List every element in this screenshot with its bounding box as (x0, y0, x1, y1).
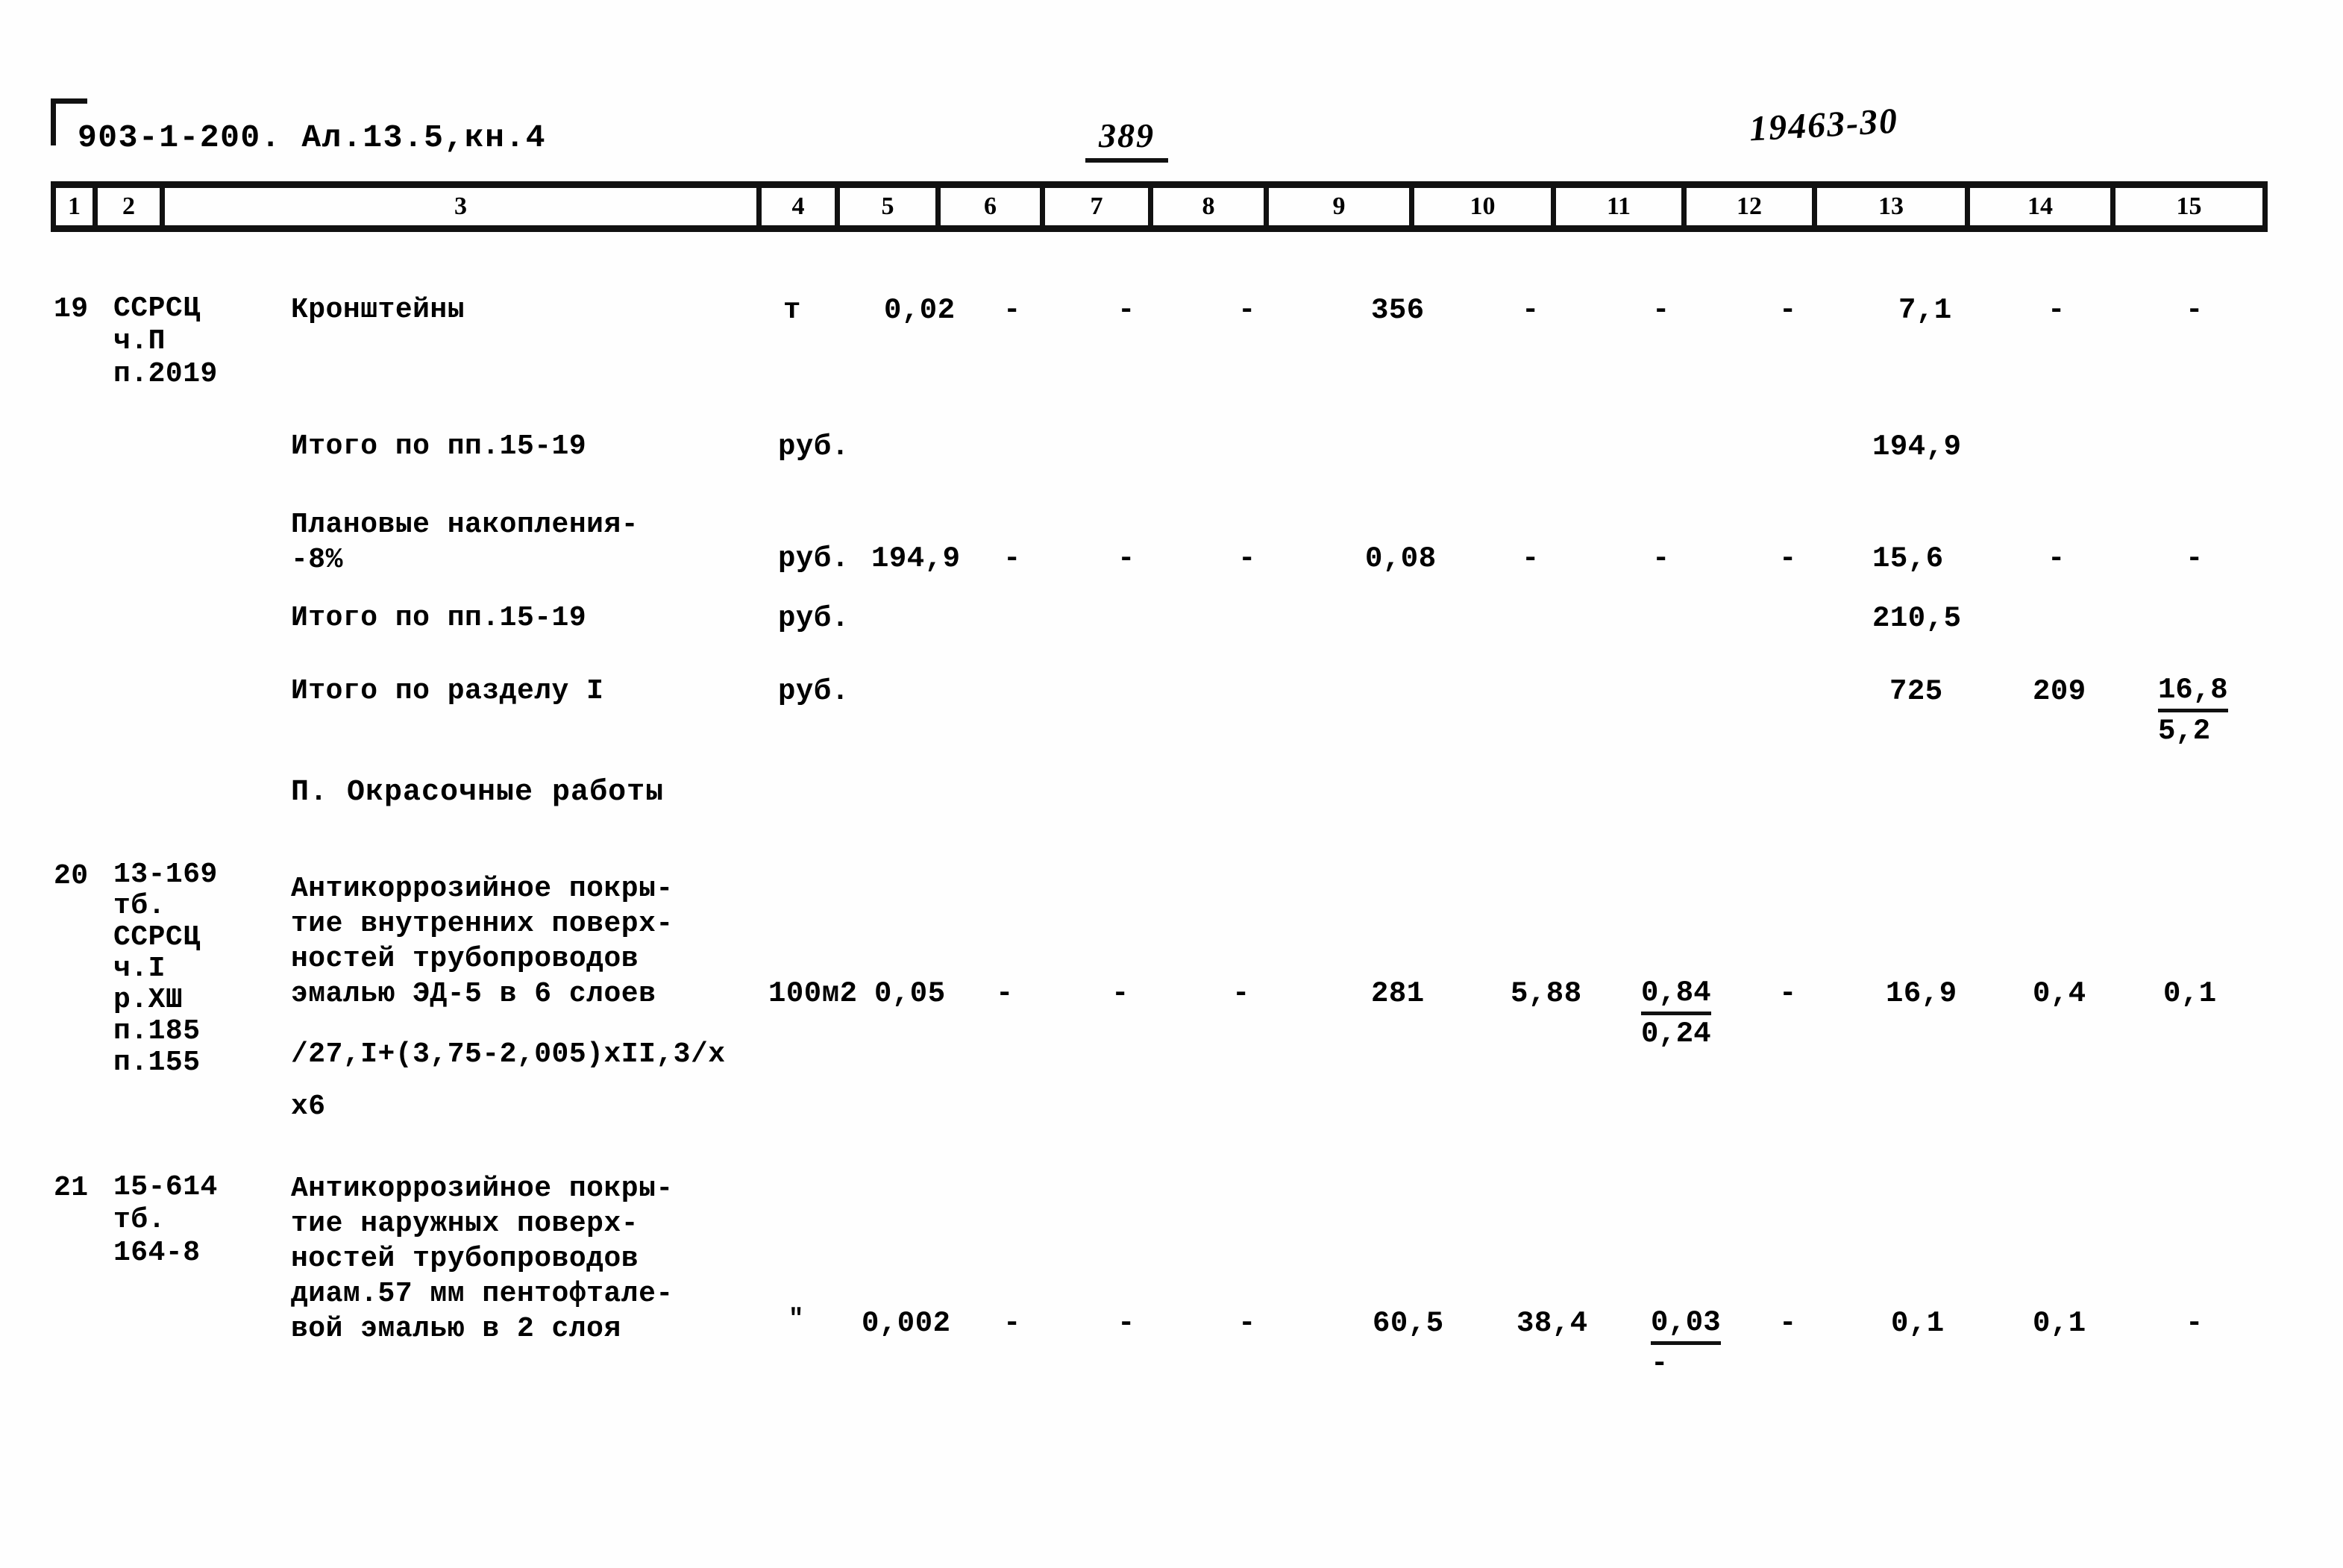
row-21-col11: 0,03 - (1651, 1304, 1721, 1382)
row-19-description: Кронштейны (291, 294, 465, 326)
row-21-col5: 0,002 (862, 1307, 951, 1340)
column-header-8: 8 (1153, 188, 1269, 225)
row-21-col11-top: 0,03 (1651, 1304, 1721, 1345)
row-20-description-formula: /27,I+(3,75-2,005)хII,3/х (291, 1038, 726, 1070)
row-19-col7: - (1117, 294, 1135, 327)
row-20-col7: - (1111, 977, 1129, 1010)
column-header-5: 5 (840, 188, 941, 225)
row-20-col10: 5,88 (1511, 977, 1582, 1010)
row-19-number: 19 (54, 293, 89, 325)
row-20-col5: 0,05 (874, 977, 946, 1010)
column-header-9: 9 (1269, 188, 1414, 225)
row-20-col11-bottom: 0,24 (1641, 1017, 1711, 1050)
column-header-4: 4 (762, 188, 840, 225)
row-20-unit: 100м2 (768, 977, 858, 1010)
row-planovye-col12: - (1779, 542, 1797, 575)
row-19-col15: - (2186, 294, 2204, 327)
row-19-col8: - (1238, 294, 1256, 327)
row-planovye-unit: руб. (778, 542, 850, 575)
row-itogo-razdel-col14: 209 (2033, 675, 2086, 708)
row-itogo-razdel-description: Итого по разделу I (291, 675, 604, 707)
column-header-7: 7 (1045, 188, 1153, 225)
row-itogo-razdel-col15-top: 16,8 (2158, 671, 2228, 712)
row-20-col13: 16,9 (1886, 977, 1957, 1010)
row-21-col14: 0,1 (2033, 1307, 2086, 1340)
row-itogo-razdel-col15-bottom: 5,2 (2158, 715, 2211, 747)
row-20-col12: - (1779, 977, 1797, 1010)
row-20-number: 20 (54, 860, 89, 892)
row-20-col9: 281 (1371, 977, 1425, 1010)
row-19-col12: - (1779, 294, 1797, 327)
column-header-14: 14 (1970, 188, 2115, 225)
row-20-col11: 0,84 0,24 (1641, 974, 1711, 1053)
row-20-reference: 13-169 тб. ССРСЦ ч.I р.ХШ п.185 п.155 (113, 859, 218, 1079)
row-20-col6: - (996, 977, 1014, 1010)
row-itogo-razdel-col15: 16,8 5,2 (2158, 671, 2228, 750)
row-itogo-razdel-col13: 725 (1889, 675, 1943, 708)
row-19-col6: - (1003, 294, 1021, 327)
column-header-15: 15 (2115, 188, 2268, 225)
row-21-reference: 15-614 тб. 164-8 (113, 1171, 218, 1269)
row-19-unit: т (783, 294, 801, 327)
row-planovye-col13: 15,6 (1872, 542, 1944, 575)
row-19-col5: 0,02 (884, 294, 956, 327)
stamp-number: 19463-30 (1748, 101, 1900, 149)
row-itogo-2-unit: руб. (778, 602, 850, 635)
row-21-col8: - (1238, 1307, 1256, 1340)
column-header-11: 11 (1556, 188, 1687, 225)
row-20-description-formula2: х6 (291, 1091, 326, 1123)
row-19-col14: - (2048, 294, 2066, 327)
row-21-col10: 38,4 (1516, 1307, 1588, 1340)
row-itogo-razdel-unit: руб. (778, 675, 850, 708)
row-itogo-2-col13: 210,5 (1872, 602, 1962, 635)
row-21-col6: - (1003, 1307, 1021, 1340)
column-header-1: 1 (51, 188, 98, 225)
page-number: 389 (1085, 116, 1168, 163)
row-20-col8: - (1232, 977, 1250, 1010)
row-20-description: Антикоррозийное покры- тие внутренних по… (291, 873, 674, 1010)
row-20-col15: 0,1 (2163, 977, 2217, 1010)
row-19-col11: - (1652, 294, 1670, 327)
row-planovye-col10: - (1522, 542, 1540, 575)
column-header-10: 10 (1414, 188, 1556, 225)
row-planovye-col7: - (1117, 542, 1135, 575)
row-21-col9: 60,5 (1373, 1307, 1444, 1340)
row-planovye-col8: - (1238, 542, 1256, 575)
row-21-number: 21 (54, 1172, 89, 1204)
row-21-col15: - (2186, 1307, 2204, 1340)
row-19-col10: - (1522, 294, 1540, 327)
row-21-col7: - (1117, 1307, 1135, 1340)
column-header-2: 2 (98, 188, 165, 225)
row-planovye-col14: - (2048, 542, 2066, 575)
row-planovye-description: Плановые накопления- -8% (291, 509, 639, 576)
row-itogo-1-description: Итого по пп.15-19 (291, 430, 587, 462)
row-19-col13: 7,1 (1898, 294, 1952, 327)
row-21-col13: 0,1 (1891, 1307, 1945, 1340)
row-planovye-col5: 194,9 (871, 542, 961, 575)
row-20-col11-top: 0,84 (1641, 974, 1711, 1015)
row-20-col14: 0,4 (2033, 977, 2086, 1010)
document-page: 903-1-200. Ал.13.5,кн.4 389 19463-30 1 2… (0, 0, 2343, 1568)
row-itogo-1-unit: руб. (778, 430, 850, 463)
row-19-col9: 356 (1371, 294, 1425, 327)
row-itogo-2-description: Итого по пп.15-19 (291, 602, 587, 634)
row-21-col11-bottom: - (1651, 1347, 1669, 1380)
column-header-12: 12 (1687, 188, 1817, 225)
row-planovye-col9: 0,08 (1365, 542, 1437, 575)
section-heading-okrasochnye: П. Окрасочные работы (291, 776, 665, 809)
row-21-description: Антикоррозийное покры- тие наружных пове… (291, 1173, 674, 1345)
row-planovye-col11: - (1652, 542, 1670, 575)
column-header-6: 6 (941, 188, 1045, 225)
row-itogo-1-col13: 194,9 (1872, 430, 1962, 463)
row-planovye-col15: - (2186, 542, 2204, 575)
row-19-reference: ССРСЦ ч.П п.2019 (113, 292, 218, 390)
document-code: 903-1-200. Ал.13.5,кн.4 (78, 119, 546, 156)
row-21-unit: " (788, 1305, 804, 1334)
column-number-band: 1 2 3 4 5 6 7 8 9 10 11 12 13 14 15 (51, 181, 2268, 232)
column-header-3: 3 (165, 188, 762, 225)
column-header-13: 13 (1817, 188, 1970, 225)
row-21-col12: - (1779, 1307, 1797, 1340)
row-planovye-col6: - (1003, 542, 1021, 575)
